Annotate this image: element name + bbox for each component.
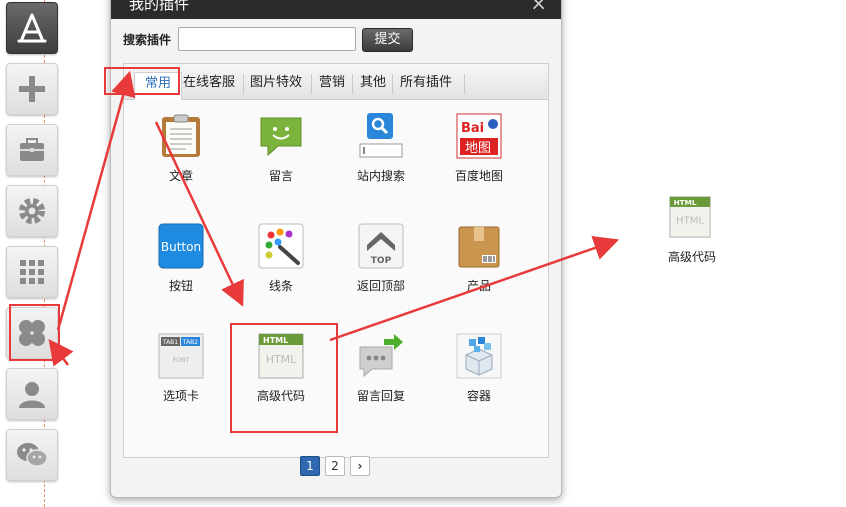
arrow-to-placed-plugin — [329, 235, 620, 342]
arrow-to-common-tab — [56, 70, 136, 331]
editor-canvas: 我的插件 × 搜索插件 提交 常用 在线客服 图片特效 营销 其他 所有插件 文… — [0, 0, 846, 507]
arrow-to-plugins-tool — [48, 339, 74, 367]
arrow-to-advanced-code — [154, 121, 244, 307]
annotation-arrows — [48, 70, 620, 367]
